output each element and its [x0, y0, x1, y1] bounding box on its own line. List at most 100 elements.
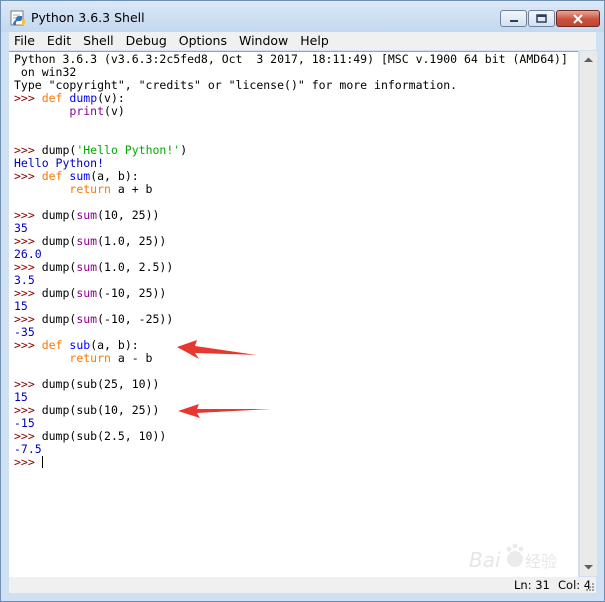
shell-code-token: dump(sub(10, 25))	[41, 403, 160, 417]
shell-code-token: sum	[76, 260, 98, 274]
shell-prompt: >>>	[14, 260, 42, 274]
shell-output-text: 15	[14, 299, 28, 313]
scroll-up-button[interactable]	[581, 52, 596, 68]
shell-line: >>> dump(sub(25, 10))	[14, 378, 568, 391]
shell-line: >>> dump(sub(2.5, 10))	[14, 430, 568, 443]
shell-code-token: dump(sub(25, 10))	[41, 377, 160, 391]
shell-code-token: sum	[69, 169, 91, 183]
shell-code-token: a - b	[110, 351, 153, 365]
shell-code-token: dump(	[41, 286, 77, 300]
shell-code-token	[14, 104, 69, 118]
menu-file[interactable]: File	[9, 32, 40, 50]
shell-code-token: (-10, 25))	[97, 286, 167, 300]
minimize-icon	[509, 19, 518, 22]
title-bar[interactable]: Python 3.6.3 Shell	[1, 1, 604, 32]
shell-prompt: >>>	[14, 377, 42, 391]
shell-line: >>> dump(sum(1.0, 2.5))	[14, 261, 568, 274]
shell-line: print(v)	[14, 105, 568, 118]
menu-window[interactable]: Window	[234, 32, 293, 50]
shell-line: >>> dump(sum(-10, 25))	[14, 287, 568, 300]
svg-text:经验: 经验	[525, 552, 557, 571]
shell-code-token: (1.0, 2.5))	[97, 260, 174, 274]
shell-prompt: >>>	[14, 234, 42, 248]
shell-code-token	[14, 351, 69, 365]
python-idle-icon	[10, 10, 25, 26]
shell-output-text: -35	[14, 325, 35, 339]
idle-shell-window: Python 3.6.3 Shell File Edit Shell Debug…	[0, 0, 605, 602]
menu-options[interactable]: Options	[174, 32, 232, 50]
shell-code-token: Type "copyright", "credits" or "license(…	[14, 78, 458, 92]
window-title: Python 3.6.3 Shell	[31, 10, 145, 25]
menu-edit[interactable]: Edit	[42, 32, 76, 50]
shell-prompt: >>>	[14, 429, 42, 443]
maximize-icon	[536, 14, 547, 23]
arrow-up-icon	[584, 57, 593, 62]
shell-code-token: 'Hello Python!'	[76, 143, 181, 157]
shell-output-text: Hello Python!	[14, 156, 105, 170]
arrow-down-icon	[584, 565, 593, 570]
shell-output-text: -15	[14, 416, 35, 430]
shell-output-text: 26.0	[14, 247, 42, 261]
maximize-button[interactable]	[528, 10, 555, 27]
shell-output-text: 3.5	[14, 273, 35, 287]
shell-code-token: (a, b):	[90, 169, 139, 183]
shell-code-token: (1.0, 25))	[97, 234, 167, 248]
shell-output[interactable]: Python 3.6.3 (v3.6.3:2c5fed8, Oct 3 2017…	[14, 53, 568, 469]
shell-prompt: >>>	[14, 91, 42, 105]
shell-output-text: 15	[14, 390, 28, 404]
shell-output-text: -7.5	[14, 442, 42, 456]
shell-prompt: >>>	[14, 143, 42, 157]
shell-code-token: a + b	[110, 182, 153, 196]
svg-text:Bai: Bai	[469, 548, 501, 572]
shell-line: >>> dump(sum(-10, -25))	[14, 313, 568, 326]
baidu-paw-logo: Bai 经验	[469, 543, 557, 572]
shell-code-token: dump(	[41, 312, 77, 326]
shell-code-token: (v)	[104, 104, 125, 118]
shell-code-token: def	[41, 169, 63, 183]
shell-line: >>> dump(sum(1.0, 25))	[14, 235, 568, 248]
menu-debug[interactable]: Debug	[121, 32, 172, 50]
shell-code-token: sum	[76, 286, 98, 300]
shell-code-token: Python 3.6.3 (v3.6.3:2c5fed8, Oct 3 2017…	[14, 52, 568, 66]
shell-output-text: 35	[14, 221, 28, 235]
shell-code-token: dump(	[41, 260, 77, 274]
shell-code-token: return	[69, 182, 111, 196]
scroll-down-button[interactable]	[581, 559, 596, 575]
shell-prompt: >>>	[14, 455, 42, 469]
shell-line: return a - b	[14, 352, 568, 365]
shell-text-area[interactable]: Python 3.6.3 (v3.6.3:2c5fed8, Oct 3 2017…	[9, 51, 578, 577]
shell-code-token: print	[69, 104, 105, 118]
shell-prompt: >>>	[14, 312, 42, 326]
shell-code-token: (-10, -25))	[97, 312, 174, 326]
shell-code-token: sum	[76, 234, 98, 248]
shell-code-token: return	[69, 351, 111, 365]
shell-code-token: dump(	[41, 143, 77, 157]
menu-help[interactable]: Help	[295, 32, 334, 50]
menu-shell[interactable]: Shell	[78, 32, 119, 50]
shell-prompt: >>>	[14, 208, 42, 222]
shell-prompt: >>>	[14, 169, 42, 183]
shell-code-token: sum	[76, 312, 98, 326]
vertical-scrollbar[interactable]	[579, 51, 597, 576]
shell-code-token: (v):	[97, 91, 125, 105]
shell-line: >>> dump(sum(10, 25))	[14, 209, 568, 222]
shell-prompt: >>>	[14, 403, 42, 417]
shell-line: return a + b	[14, 183, 568, 196]
minimize-button[interactable]	[500, 10, 527, 27]
shell-code-token: sub	[69, 338, 91, 352]
shell-code-token: def	[41, 91, 63, 105]
shell-code-token: dump(sub(2.5, 10))	[41, 429, 167, 443]
shell-code-token: )	[180, 143, 188, 157]
shell-code-token: (a, b):	[90, 338, 139, 352]
shell-code-token: on win32	[14, 65, 77, 79]
shell-code-token: dump(	[41, 234, 77, 248]
resize-grip-icon[interactable]	[585, 582, 595, 592]
text-cursor	[41, 456, 43, 468]
shell-prompt: >>>	[14, 286, 42, 300]
shell-line: >>>	[14, 456, 568, 469]
close-button[interactable]	[556, 10, 600, 27]
menu-bar: File Edit Shell Debug Options Window Hel…	[9, 32, 596, 50]
shell-code-token: dump(	[41, 208, 77, 222]
close-icon	[573, 13, 583, 24]
